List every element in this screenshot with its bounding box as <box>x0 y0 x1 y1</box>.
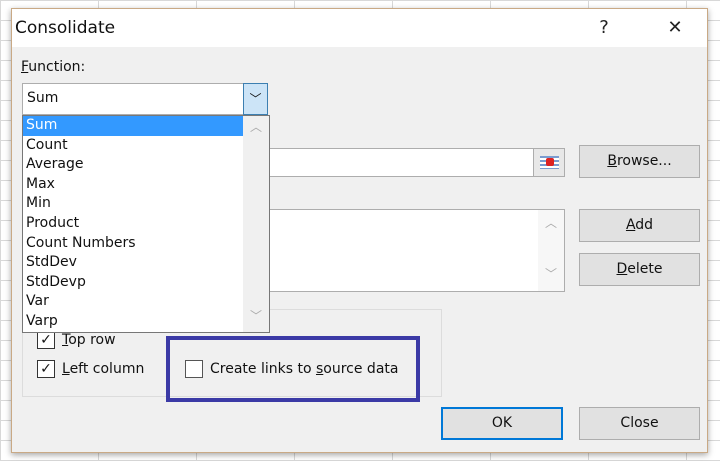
scroll-up-icon[interactable]: ︿ <box>243 118 269 135</box>
function-option[interactable]: Count Numbers <box>23 234 243 254</box>
title-bar: Consolidate ? ✕ <box>12 9 707 47</box>
create-links-checkbox[interactable]: Create links to source data <box>185 360 398 378</box>
accesskey: D <box>616 261 628 277</box>
function-select[interactable]: Sum ﹀ <box>22 83 268 115</box>
function-value: Sum <box>27 90 59 106</box>
scroll-down-icon[interactable]: ﹀ <box>243 307 269 324</box>
function-option[interactable]: Product <box>23 214 243 234</box>
close-button[interactable]: Close <box>579 407 700 440</box>
add-label: dd <box>635 217 654 233</box>
browse-button[interactable]: Browse... <box>579 145 700 178</box>
scrollbar[interactable]: ︿ ﹀ <box>243 116 269 332</box>
add-button[interactable]: Add <box>579 209 700 242</box>
checkbox-checked-icon[interactable]: ✓ <box>37 360 55 378</box>
function-option[interactable]: Average <box>23 155 243 175</box>
create-links-label: Create links to source data <box>210 361 399 377</box>
chevron-down-icon[interactable]: ﹀ <box>243 83 268 115</box>
left-column-checkbox[interactable]: ✓ Left column <box>37 360 144 378</box>
accesskey: B <box>607 153 617 169</box>
close-icon[interactable]: ✕ <box>653 14 697 42</box>
accesskey: A <box>625 217 636 233</box>
function-option[interactable]: StdDev <box>23 253 243 273</box>
function-option[interactable]: Count <box>23 136 243 156</box>
dialog-title: Consolidate <box>15 18 116 38</box>
collapse-dialog-icon[interactable] <box>533 149 564 176</box>
checkbox-unchecked-icon[interactable] <box>185 360 203 378</box>
checkbox-checked-icon[interactable]: ✓ <box>37 331 55 349</box>
all-references-list[interactable]: ︿ ﹀ <box>252 209 565 292</box>
browse-label: rowse... <box>616 153 672 169</box>
function-option[interactable]: StdDevp <box>23 273 243 293</box>
top-row-label: Top row <box>62 332 116 348</box>
ok-button[interactable]: OK <box>441 407 563 440</box>
scroll-up-icon[interactable]: ︿ <box>538 214 564 231</box>
reference-input[interactable] <box>252 148 565 177</box>
function-option[interactable]: Max <box>23 175 243 195</box>
function-option[interactable]: Varp <box>23 312 243 332</box>
function-option[interactable]: Min <box>23 194 243 214</box>
function-label: Function: <box>21 59 85 75</box>
scroll-down-icon[interactable]: ﹀ <box>538 265 564 282</box>
function-dropdown-list: Sum Count Average Max Min Product Count Number… <box>22 115 270 333</box>
top-row-checkbox[interactable]: ✓ Top row <box>37 331 116 349</box>
left-column-label: Left column <box>62 361 145 377</box>
function-option[interactable]: Sum <box>23 116 243 136</box>
scrollbar[interactable]: ︿ ﹀ <box>538 210 564 291</box>
function-option[interactable]: Var <box>23 292 243 312</box>
help-button[interactable]: ? <box>582 14 626 42</box>
delete-label: elete <box>627 261 663 277</box>
function-label-text: unction: <box>28 59 86 75</box>
delete-button[interactable]: Delete <box>579 253 700 286</box>
consolidate-dialog: Consolidate ? ✕ Function: Browse... ︿ ﹀ … <box>11 8 708 453</box>
